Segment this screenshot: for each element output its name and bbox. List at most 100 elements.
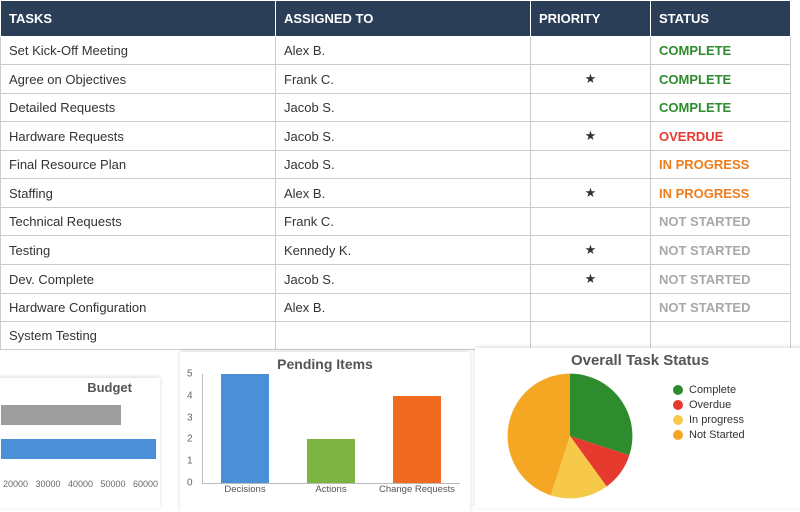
chart-budget-plot: al d (0, 405, 160, 477)
chart-pending-title: Pending Items (180, 352, 470, 374)
col-header-status[interactable]: STATUS (651, 1, 791, 37)
pending-bar-change-requests (393, 396, 441, 483)
cell-task[interactable]: Set Kick-Off Meeting (1, 37, 276, 65)
cell-priority[interactable] (531, 151, 651, 179)
cell-assigned[interactable]: Jacob S. (276, 122, 531, 151)
cell-task[interactable]: Detailed Requests (1, 94, 276, 122)
cell-priority[interactable]: ★ (531, 236, 651, 265)
pie-slice (551, 436, 607, 498)
chart-overall-title: Overall Task Status (475, 348, 800, 371)
cell-assigned[interactable]: Frank C. (276, 65, 531, 94)
cell-status[interactable]: NOT STARTED (651, 265, 791, 294)
pending-ytick: 3 (187, 412, 193, 423)
pending-ytick: 2 (187, 434, 193, 445)
cell-task[interactable]: Technical Requests (1, 208, 276, 236)
cell-status[interactable]: NOT STARTED (651, 208, 791, 236)
swatch-icon (673, 385, 683, 395)
budget-bar-1 (1, 439, 156, 459)
pie-legend-label: Overdue (689, 399, 731, 411)
pending-xlabel: Decisions (202, 484, 288, 495)
cell-status[interactable]: NOT STARTED (651, 294, 791, 322)
cell-priority[interactable]: ★ (531, 65, 651, 94)
chart-overall-status: Overall Task Status Complete Overdue (475, 348, 800, 508)
pending-bar-actions (307, 439, 355, 483)
charts-overlay: Budget al d 20000 30000 40000 50000 6000… (0, 358, 800, 508)
col-header-priority[interactable]: PRIORITY (531, 1, 651, 37)
cell-status[interactable]: COMPLETE (651, 94, 791, 122)
cell-priority[interactable] (531, 208, 651, 236)
cell-assigned[interactable]: Alex B. (276, 37, 531, 65)
cell-priority[interactable] (531, 94, 651, 122)
swatch-icon (673, 430, 683, 440)
budget-xtick: 20000 (3, 479, 28, 489)
cell-task[interactable]: System Testing (1, 322, 276, 350)
tasks-table-header: TASKS ASSIGNED TO PRIORITY STATUS (1, 1, 791, 37)
pending-xlabel: Change Requests (374, 484, 460, 495)
budget-xtick: 30000 (35, 479, 60, 489)
cell-status[interactable]: COMPLETE (651, 65, 791, 94)
cell-task[interactable]: Hardware Requests (1, 122, 276, 151)
pending-ytick: 1 (187, 456, 193, 467)
cell-status[interactable]: OVERDUE (651, 122, 791, 151)
budget-x-axis: 20000 30000 40000 50000 60000 (0, 477, 160, 489)
col-header-assigned[interactable]: ASSIGNED TO (276, 1, 531, 37)
pie-legend-label: Not Started (689, 429, 745, 441)
pie-chart (495, 371, 645, 501)
cell-task[interactable]: Agree on Objectives (1, 65, 276, 94)
table-row[interactable]: Final Resource PlanJacob S. IN PROGRESS (1, 151, 791, 179)
table-row[interactable]: Hardware ConfigurationAlex B. NOT STARTED (1, 294, 791, 322)
cell-assigned[interactable]: Frank C. (276, 208, 531, 236)
pie-slice (508, 374, 570, 496)
cell-status[interactable]: NOT STARTED (651, 236, 791, 265)
pie-legend-item-inprogress: In progress (673, 414, 745, 426)
pie-slice (570, 374, 632, 456)
cell-task[interactable]: Dev. Complete (1, 265, 276, 294)
pie-slice (570, 436, 629, 486)
cell-assigned[interactable]: Alex B. (276, 294, 531, 322)
pie-legend-item-complete: Complete (673, 384, 745, 396)
table-row[interactable]: Hardware RequestsJacob S.★OVERDUE (1, 122, 791, 151)
cell-priority[interactable]: ★ (531, 122, 651, 151)
cell-task[interactable]: Final Resource Plan (1, 151, 276, 179)
cell-priority[interactable] (531, 294, 651, 322)
cell-status[interactable]: IN PROGRESS (651, 151, 791, 179)
table-row[interactable]: Technical RequestsFrank C. NOT STARTED (1, 208, 791, 236)
cell-assigned[interactable]: Kennedy K. (276, 236, 531, 265)
tasks-table[interactable]: TASKS ASSIGNED TO PRIORITY STATUS Set Ki… (0, 0, 791, 350)
chart-pending: Pending Items 5 4 3 2 1 0 Decisions Acti… (180, 352, 470, 512)
pending-bar-decisions (221, 374, 269, 483)
pending-x-axis: Decisions Actions Change Requests (202, 484, 460, 495)
cell-priority[interactable]: ★ (531, 179, 651, 208)
cell-assigned[interactable]: Jacob S. (276, 265, 531, 294)
budget-xtick: 40000 (68, 479, 93, 489)
budget-xtick: 50000 (100, 479, 125, 489)
pie-legend-label: Complete (689, 384, 736, 396)
cell-priority[interactable]: ★ (531, 265, 651, 294)
table-row[interactable]: StaffingAlex B.★IN PROGRESS (1, 179, 791, 208)
table-row[interactable]: TestingKennedy K.★NOT STARTED (1, 236, 791, 265)
pie-legend-label: In progress (689, 414, 744, 426)
cell-assigned[interactable] (276, 322, 531, 350)
cell-assigned[interactable]: Jacob S. (276, 151, 531, 179)
pie-legend-item-overdue: Overdue (673, 399, 745, 411)
cell-status[interactable]: IN PROGRESS (651, 179, 791, 208)
pie-legend-item-notstarted: Not Started (673, 429, 745, 441)
col-header-tasks[interactable]: TASKS (1, 1, 276, 37)
cell-priority[interactable] (531, 37, 651, 65)
cell-assigned[interactable]: Jacob S. (276, 94, 531, 122)
cell-status[interactable] (651, 322, 791, 350)
table-row[interactable]: System Testing (1, 322, 791, 350)
cell-priority[interactable] (531, 322, 651, 350)
cell-task[interactable]: Testing (1, 236, 276, 265)
table-row[interactable]: Detailed RequestsJacob S. COMPLETE (1, 94, 791, 122)
cell-task[interactable]: Staffing (1, 179, 276, 208)
cell-task[interactable]: Hardware Configuration (1, 294, 276, 322)
cell-status[interactable]: COMPLETE (651, 37, 791, 65)
swatch-icon (673, 415, 683, 425)
table-row[interactable]: Agree on ObjectivesFrank C.★COMPLETE (1, 65, 791, 94)
table-row[interactable]: Dev. CompleteJacob S.★NOT STARTED (1, 265, 791, 294)
table-row[interactable]: Set Kick-Off MeetingAlex B. COMPLETE (1, 37, 791, 65)
cell-assigned[interactable]: Alex B. (276, 179, 531, 208)
swatch-icon (673, 400, 683, 410)
chart-budget: Budget al d 20000 30000 40000 50000 6000… (0, 378, 160, 508)
